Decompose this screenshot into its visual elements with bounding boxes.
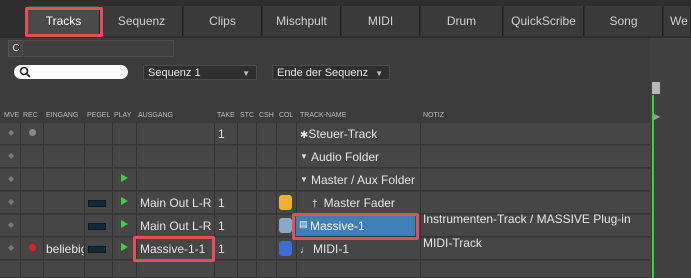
loop-marker-icon: ▶ [654, 112, 661, 121]
take-value: 1 [218, 196, 225, 210]
track-name[interactable]: ✱Steuer-Track [300, 127, 377, 141]
end-select-value: Ende der Sequenz [277, 67, 369, 79]
tab-song[interactable]: Song [585, 6, 663, 36]
track-name[interactable]: Audio Folder [311, 150, 379, 164]
drag-handle[interactable]: ◆ [8, 151, 14, 160]
rec-button[interactable] [29, 244, 36, 251]
timeline-area[interactable] [650, 38, 691, 278]
output-value[interactable]: Main Out L-R [140, 219, 211, 233]
play-icon[interactable] [121, 220, 128, 228]
tab-quickscribe[interactable]: QuickScribe [504, 6, 584, 36]
instrument-icon: ▤ [299, 219, 308, 229]
tab-drum[interactable]: Drum [421, 6, 503, 36]
output-value[interactable]: Massive-1-1 [140, 242, 205, 256]
col-ausgang: AUSGANG [138, 112, 174, 119]
col-play: PLAY [114, 112, 132, 119]
chevron-down-icon: ▼ [375, 69, 383, 78]
tab-more[interactable]: We [664, 6, 691, 36]
drag-handle[interactable]: ◆ [8, 128, 14, 137]
take-value: 1 [218, 242, 225, 256]
rec-button[interactable] [29, 129, 36, 136]
col-notiz: NOTIZ [423, 112, 444, 119]
level-meter [88, 246, 106, 253]
take-value: 1 [218, 127, 225, 141]
tab-bar: Tracks Sequenz Clips Mischpult MIDI Drum… [0, 0, 691, 38]
drag-handle[interactable]: ◆ [8, 197, 14, 206]
c-field[interactable] [22, 40, 174, 57]
track-name-label: Massive-1 [310, 219, 365, 233]
col-stc: STC [240, 112, 254, 119]
tab-mischpult[interactable]: Mischpult [263, 6, 341, 36]
end-select[interactable]: Ende der Sequenz ▼ [272, 65, 390, 80]
track-color-swatch[interactable] [279, 241, 292, 256]
output-value[interactable]: Main Out L-R [140, 196, 211, 210]
drag-handle[interactable]: ◆ [8, 220, 14, 229]
track-name[interactable]: Master / Aux Folder [311, 173, 415, 187]
play-icon[interactable] [121, 197, 128, 205]
col-csh: CSH [259, 112, 274, 119]
track-name[interactable]: † Master Fader [312, 196, 395, 210]
col-col: COL [279, 112, 294, 119]
drag-handle[interactable]: ◆ [8, 243, 14, 252]
col-take: TAKE [217, 112, 235, 119]
search-input[interactable] [14, 65, 128, 79]
play-icon[interactable] [121, 174, 128, 182]
col-pegel: PEGEL [87, 112, 111, 119]
col-eingang: EINGANG [46, 112, 79, 119]
track-color-swatch[interactable] [279, 195, 292, 210]
search-icon [19, 66, 31, 78]
midi-icon: ♩ [300, 245, 310, 256]
folder-collapse-icon[interactable]: ▼ [300, 152, 308, 161]
track-note[interactable]: MIDI-Track [423, 236, 482, 250]
level-meter [88, 223, 106, 230]
tab-tracks[interactable]: Tracks [28, 6, 100, 36]
sequence-select-value: Sequenz 1 [148, 67, 201, 79]
level-meter [88, 200, 106, 207]
fader-icon: † [312, 199, 318, 210]
play-icon[interactable] [121, 243, 128, 251]
folder-collapse-icon[interactable]: ▼ [300, 175, 308, 184]
col-track-name: TRACK-NAME [300, 112, 347, 119]
input-value[interactable]: beliebig [46, 242, 84, 256]
chevron-down-icon: ▼ [242, 69, 250, 78]
take-value: 1 [218, 219, 225, 233]
track-name[interactable]: ♩ MIDI-1 [300, 242, 349, 256]
drag-handle[interactable]: ◆ [8, 174, 14, 183]
track-color-swatch[interactable] [279, 218, 292, 233]
playhead-marker[interactable] [652, 82, 660, 94]
col-mve: MVE [4, 112, 20, 119]
track-note[interactable]: Instrumenten-Track / MASSIVE Plug-in [423, 212, 631, 226]
tab-clips[interactable]: Clips [184, 6, 262, 36]
now-time-line [652, 95, 654, 278]
tab-sequenz[interactable]: Sequenz [101, 6, 183, 36]
col-rec: REC [23, 112, 38, 119]
track-row[interactable] [0, 261, 650, 278]
track-name-selected[interactable]: ▤ Massive-1 [296, 216, 415, 236]
tab-midi[interactable]: MIDI [342, 6, 420, 36]
sequence-select[interactable]: Sequenz 1 ▼ [143, 65, 257, 80]
